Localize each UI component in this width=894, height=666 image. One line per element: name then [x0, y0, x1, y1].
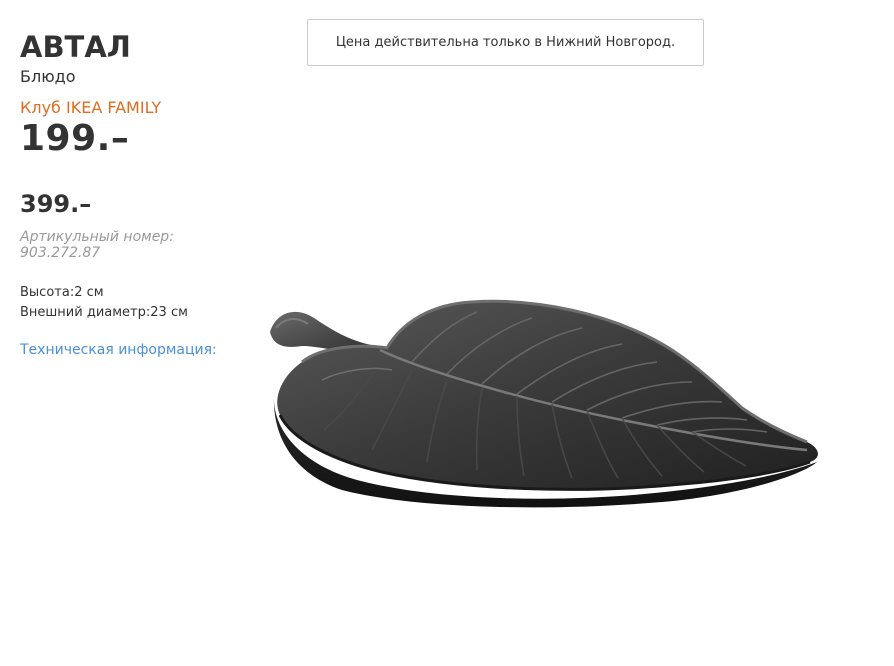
technical-info-link[interactable]: Техническая информация: [20, 340, 260, 360]
regular-price: 399.– [20, 190, 92, 218]
article-number: Артикульный номер: 903.272.87 [20, 229, 200, 261]
height-row: Высота:2 см [20, 283, 260, 303]
diameter-row: Внешний диаметр:23 см [20, 303, 260, 323]
product-info-panel: АВТАЛ Блюдо Клуб IKEA FAMILY 199.– 399.–… [20, 28, 260, 360]
ikea-family-label: Клуб IKEA FAMILY [20, 98, 162, 117]
diameter-label: Внешний диаметр: [20, 305, 151, 320]
dimensions: Высота:2 см Внешний диаметр:23 см [20, 283, 260, 323]
height-label: Высота: [20, 285, 75, 300]
article-label: Артикульный номер: [20, 229, 174, 245]
family-price: 199.– [20, 118, 130, 159]
leaf-plate-image [270, 299, 818, 508]
product-type: Блюдо [20, 67, 76, 86]
price-validity-notice: Цена действительна только в Нижний Новго… [307, 19, 704, 66]
diameter-value: 23 см [150, 305, 188, 320]
article-value: 903.272.87 [20, 245, 101, 261]
height-value: 2 см [74, 285, 104, 300]
product-page: АВТАЛ Блюдо Клуб IKEA FAMILY 199.– 399.–… [0, 0, 894, 666]
product-name: АВТАЛ [20, 30, 131, 64]
